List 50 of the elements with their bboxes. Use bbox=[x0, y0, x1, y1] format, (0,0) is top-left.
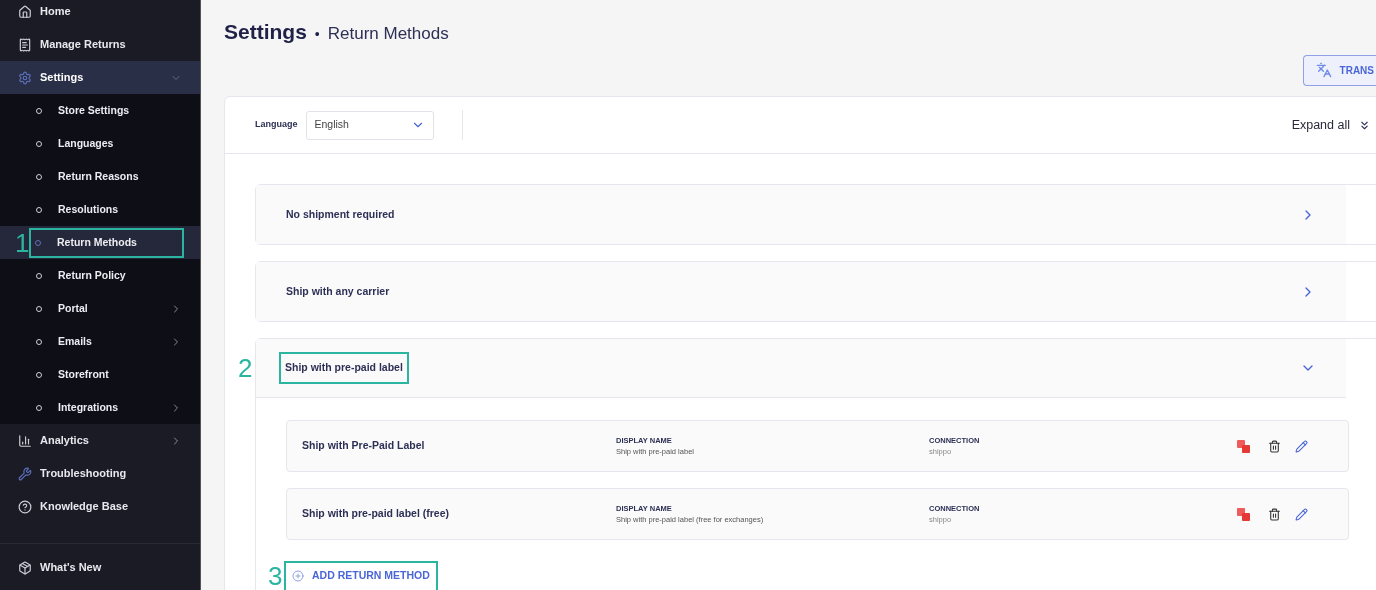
section-header[interactable]: No shipment required bbox=[256, 185, 1346, 244]
language-label: Language bbox=[255, 118, 298, 132]
help-icon bbox=[18, 499, 32, 514]
sidebar-item[interactable]: What's New bbox=[40, 559, 102, 576]
sidebar-subitem[interactable]: Resolutions bbox=[32, 196, 182, 223]
sidebar-subitem[interactable]: Emails bbox=[32, 328, 170, 355]
title-separator: • bbox=[314, 25, 320, 44]
section-header[interactable]: Ship with any carrier bbox=[256, 262, 1346, 321]
sidebar-subitem[interactable]: Return Reasons bbox=[32, 163, 182, 190]
sidebar-subitem[interactable]: Return Policy bbox=[32, 262, 182, 289]
expand-all-button[interactable]: Expand all bbox=[1291, 115, 1371, 135]
method-name: Ship with Pre-Paid Label bbox=[302, 438, 426, 454]
callout-number: 2 bbox=[238, 355, 253, 381]
sidebar-item[interactable]: Analytics bbox=[0, 424, 200, 457]
section-title: Ship with pre-paid label bbox=[281, 354, 407, 382]
wrench-icon bbox=[18, 466, 32, 481]
sidebar-subitem[interactable]: Integrations bbox=[32, 394, 170, 421]
trash-icon[interactable] bbox=[1268, 439, 1281, 453]
sidebar-item[interactable]: Manage Returns bbox=[0, 28, 200, 61]
bar-chart-icon bbox=[18, 433, 32, 448]
section-title: No shipment required bbox=[286, 206, 395, 222]
language-select[interactable]: English bbox=[305, 110, 434, 140]
translate-button[interactable]: TRANS bbox=[1302, 54, 1376, 86]
gear-icon bbox=[18, 70, 32, 85]
sidebar-subitem[interactable]: Languages bbox=[32, 130, 182, 157]
pencil-icon[interactable] bbox=[1295, 439, 1308, 453]
translate-icon[interactable] bbox=[1237, 507, 1250, 521]
box-icon bbox=[18, 560, 32, 575]
trash-icon[interactable] bbox=[1268, 507, 1281, 521]
sidebar-subitem[interactable]: Storefront bbox=[32, 361, 182, 388]
pencil-icon[interactable] bbox=[1295, 507, 1308, 521]
sidebar-subitem[interactable]: Return Methods bbox=[31, 229, 182, 256]
sidebar-item[interactable]: Home bbox=[0, 0, 200, 28]
section-title: Ship with any carrier bbox=[286, 283, 390, 299]
sidebar-subitem[interactable]: Portal bbox=[32, 295, 170, 322]
page-title: Settings bbox=[224, 19, 307, 45]
callout-number: 3 bbox=[268, 563, 283, 589]
plus-circle-icon bbox=[292, 570, 304, 582]
callout-number: 1 bbox=[15, 229, 30, 256]
method-name: Ship with pre-paid label (free) bbox=[302, 506, 450, 522]
sidebar-item[interactable]: Settings bbox=[0, 61, 200, 94]
sidebar-subitem[interactable]: Store Settings bbox=[32, 97, 182, 124]
translate-icon[interactable] bbox=[1237, 439, 1250, 453]
page-subtitle: Return Methods bbox=[327, 23, 449, 45]
home-icon bbox=[18, 4, 32, 19]
sidebar-item[interactable]: Troubleshooting bbox=[0, 457, 200, 490]
receipt-icon bbox=[18, 37, 32, 52]
add-return-method-button[interactable]: ADD RETURN METHOD bbox=[286, 562, 436, 590]
translate-icon bbox=[1315, 62, 1332, 78]
sidebar-item[interactable]: Knowledge Base bbox=[0, 490, 200, 523]
